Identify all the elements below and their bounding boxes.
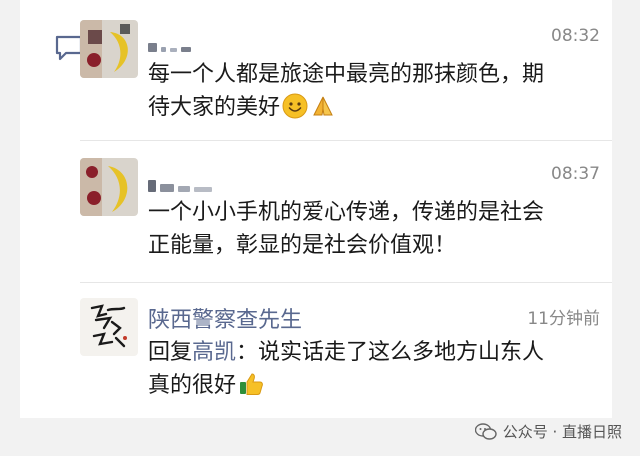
comment-body-line: 说实话走了这么多地方山东人 [258,340,545,365]
comment-body-line: 每一个人都是旅途中最亮的那抹颜色，期 [148,62,545,87]
divider [80,140,612,141]
comment-panel: 08:32 每一个人都是旅途中最亮的那抹颜色，期 待大家的美好 08:37 一个… [20,0,612,418]
avatar[interactable] [80,158,138,216]
comment-body-line: 一个小小手机的爱心传递，传递的是社会 [148,200,545,225]
username-redacted[interactable] [148,32,191,52]
folded-hands-emoji-icon [313,96,333,116]
comment-body: 一个小小手机的爱心传递，传递的是社会 正能量，彰显的是社会价值观！ [148,196,618,262]
smile-emoji-icon [282,93,308,119]
wechat-icon [474,422,497,440]
username-redacted[interactable] [148,172,212,192]
reply-to-user-link[interactable]: 高凯 [192,340,236,365]
comment-body: 每一个人都是旅途中最亮的那抹颜色，期 待大家的美好 [148,58,618,124]
comment-body-line: 真的很好 [148,373,237,398]
avatar[interactable] [80,298,138,356]
watermark-text: 公众号 · 直播日照 [502,423,622,441]
comment-time: 08:32 [551,26,600,46]
reply-prefix: 回复 [148,340,193,365]
comment-time: 08:37 [551,164,600,184]
watermark: 公众号 · 直播日照 [474,421,622,442]
comment-body: 回复高凯：说实话走了这么多地方山东人 真的很好 [148,336,618,402]
thumbs-up-emoji-icon [240,373,263,395]
avatar[interactable] [80,20,138,78]
reply-colon: ： [236,340,259,365]
comment-body-line: 正能量，彰显的是社会价值观！ [148,233,457,258]
comment-body-line: 待大家的美好 [148,95,281,120]
commenter-name[interactable]: 陕西警察查先生 [148,302,302,334]
comment-time: 11分钟前 [527,309,600,329]
divider [80,282,612,283]
